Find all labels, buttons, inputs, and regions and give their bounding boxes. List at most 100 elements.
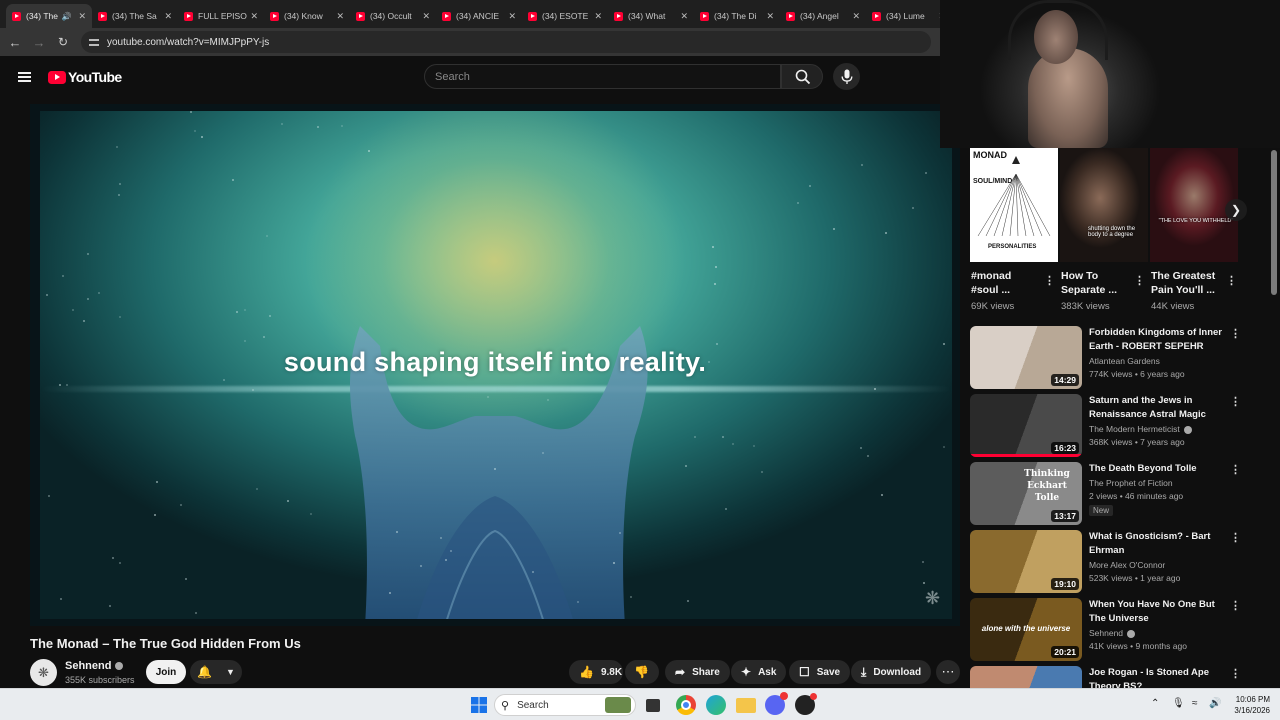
taskbar-search[interactable]: ⚲ Search bbox=[494, 694, 636, 716]
video-thumbnail[interactable]: 16:23 bbox=[970, 394, 1082, 457]
channel-name[interactable]: Sehnend bbox=[1089, 628, 1136, 638]
subscription-bell-button[interactable]: 🔔 ▼ bbox=[190, 660, 242, 684]
reload-button[interactable]: ↻ bbox=[51, 35, 75, 49]
system-clock[interactable]: 10:06 PM 3/16/2026 bbox=[1226, 694, 1270, 716]
voice-search-button[interactable] bbox=[833, 63, 860, 90]
tab-close-icon[interactable]: ✕ bbox=[508, 11, 516, 22]
like-button[interactable]: 👍 9.8K bbox=[569, 660, 623, 684]
join-button[interactable]: Join bbox=[146, 660, 186, 684]
search-input[interactable]: Search bbox=[424, 64, 781, 89]
star-speck bbox=[119, 182, 122, 185]
video-thumbnail[interactable]: 14:29 bbox=[970, 326, 1082, 389]
video-title[interactable]: The Death Beyond Tolle bbox=[1089, 462, 1227, 476]
ask-button[interactable]: ✦ Ask bbox=[731, 660, 787, 684]
tab-close-icon[interactable]: ✕ bbox=[422, 11, 430, 22]
channel-watermark-icon[interactable]: ❋ bbox=[925, 588, 940, 609]
video-title[interactable]: When You Have No One But The Universe bbox=[1089, 598, 1227, 625]
star-speck bbox=[317, 125, 320, 128]
tab-close-icon[interactable]: ✕ bbox=[852, 11, 860, 22]
video-thumbnail[interactable]: alone with the universe 20:21 bbox=[970, 598, 1082, 661]
channel-avatar[interactable]: ❋ bbox=[30, 659, 57, 686]
star-speck bbox=[924, 172, 927, 175]
microphone-tray-icon[interactable]: 🎙 bbox=[1172, 698, 1185, 709]
recommended-video[interactable]: 19:10 What is Gnosticism? - Bart Ehrman Mo… bbox=[970, 530, 1245, 594]
dislike-button[interactable]: 👎 bbox=[625, 660, 659, 684]
wifi-icon[interactable]: ≈ bbox=[1192, 698, 1198, 709]
edge-icon[interactable] bbox=[706, 695, 726, 715]
tab-close-icon[interactable]: ✕ bbox=[680, 11, 688, 22]
video-thumbnail[interactable]: 19:10 bbox=[970, 530, 1082, 593]
channel-name[interactable]: The Prophet of Fiction bbox=[1089, 478, 1173, 488]
shorts-next-button[interactable]: ❯ bbox=[1225, 199, 1247, 221]
youtube-logo[interactable]: YouTube bbox=[48, 69, 122, 85]
video-title[interactable]: What is Gnosticism? - Bart Ehrman bbox=[1089, 530, 1227, 557]
browser-tab[interactable]: (34) Lume✕ bbox=[866, 4, 940, 28]
file-explorer-icon[interactable] bbox=[736, 698, 756, 713]
more-icon[interactable]: ⋮ bbox=[1230, 463, 1241, 476]
tab-close-icon[interactable]: ✕ bbox=[594, 11, 602, 22]
recommended-video[interactable]: 16:23 Saturn and the Jews in Renaissance … bbox=[970, 394, 1245, 458]
tab-close-icon[interactable]: ✕ bbox=[336, 11, 344, 22]
more-icon[interactable]: ⋮ bbox=[1230, 667, 1241, 680]
recommended-video[interactable]: alone with the universe 20:21 When You Hav… bbox=[970, 598, 1245, 662]
tab-close-icon[interactable]: ✕ bbox=[78, 11, 86, 22]
address-bar[interactable]: youtube.com/watch?v=MIMJPpPY-js bbox=[81, 31, 931, 53]
browser-tab[interactable]: (34) Angel ✕ bbox=[780, 4, 866, 28]
tab-close-icon[interactable]: ✕ bbox=[766, 11, 774, 22]
back-button[interactable]: ← bbox=[3, 35, 27, 50]
video-player[interactable]: sound shaping itself into reality. ❋ bbox=[30, 104, 960, 626]
short-item[interactable]: MONAD SOUL/MIND PERSONALITIES #monad #sou… bbox=[970, 148, 1058, 312]
more-actions-button[interactable]: ⋯ bbox=[936, 660, 960, 684]
browser-tab[interactable]: (34) ESOTE ✕ bbox=[522, 4, 608, 28]
show-hidden-icons[interactable]: ⌃ bbox=[1151, 698, 1159, 709]
windows-start-icon[interactable] bbox=[469, 695, 489, 715]
search-button[interactable] bbox=[781, 64, 823, 89]
app-icon[interactable] bbox=[795, 693, 817, 715]
channel-name[interactable]: The Modern Hermeticist bbox=[1089, 424, 1192, 434]
video-thumbnail[interactable]: Thinking Eckhart Tolle 13:17 bbox=[970, 462, 1082, 525]
more-icon[interactable]: ⋮ bbox=[1230, 531, 1241, 544]
more-icon[interactable]: ⋮ bbox=[1230, 395, 1241, 408]
more-icon[interactable]: ⋮ bbox=[1230, 327, 1241, 340]
browser-tab[interactable]: FULL EPISO ✕ bbox=[178, 4, 264, 28]
browser-tab[interactable]: (34) ANCIE ✕ bbox=[436, 4, 522, 28]
discord-icon[interactable] bbox=[765, 692, 788, 715]
more-icon[interactable]: ⋮ bbox=[1134, 274, 1145, 287]
browser-tab[interactable]: (34) Know ✕ bbox=[264, 4, 350, 28]
short-item[interactable]: shutting down the body to a degree How T… bbox=[1060, 148, 1148, 312]
browser-tab[interactable]: (34) Occult ✕ bbox=[350, 4, 436, 28]
tab-close-icon[interactable]: ✕ bbox=[250, 11, 258, 22]
video-meta: 2 views • 46 minutes ago bbox=[1089, 491, 1184, 501]
browser-tab[interactable]: (34) The Monad – The True God🔊 ✕ bbox=[6, 4, 92, 28]
more-icon[interactable]: ⋮ bbox=[1044, 274, 1055, 287]
save-button[interactable]: ☐ Save bbox=[789, 660, 851, 684]
browser-tab[interactable]: (34) The Sa ✕ bbox=[92, 4, 178, 28]
channel-name[interactable]: More Alex O'Connor bbox=[1089, 560, 1165, 570]
forward-button[interactable]: → bbox=[27, 35, 51, 50]
site-info-icon[interactable] bbox=[89, 37, 99, 47]
tab-audio-icon[interactable]: 🔊 bbox=[61, 12, 71, 21]
channel-name[interactable]: Atlantean Gardens bbox=[1089, 356, 1160, 366]
star-speck bbox=[236, 310, 239, 313]
browser-tab[interactable]: (34) The Di ✕ bbox=[694, 4, 780, 28]
volume-icon[interactable]: 🔊 bbox=[1209, 698, 1221, 709]
more-icon[interactable]: ⋮ bbox=[1226, 274, 1237, 287]
tab-close-icon[interactable]: ✕ bbox=[164, 11, 172, 22]
more-icon[interactable]: ⋮ bbox=[1230, 599, 1241, 612]
short-thumbnail[interactable]: shutting down the body to a degree bbox=[1060, 148, 1148, 262]
menu-icon[interactable] bbox=[18, 72, 31, 82]
share-button[interactable]: ➦ Share bbox=[665, 660, 730, 684]
star-speck bbox=[921, 561, 924, 564]
chrome-icon[interactable] bbox=[676, 695, 696, 715]
thumbnail-text: Thinking Eckhart Tolle bbox=[1024, 469, 1070, 503]
video-title[interactable]: Forbidden Kingdoms of Inner Earth - ROBE… bbox=[1089, 326, 1227, 353]
browser-tab[interactable]: (34) What ✕ bbox=[608, 4, 694, 28]
short-thumbnail[interactable]: MONAD SOUL/MIND PERSONALITIES bbox=[970, 148, 1058, 262]
sidebar-scrollbar[interactable] bbox=[1271, 150, 1277, 295]
recommended-video[interactable]: 14:29 Forbidden Kingdoms of Inner Earth -… bbox=[970, 326, 1245, 390]
channel-name[interactable]: Sehnend bbox=[65, 660, 124, 672]
task-view-icon[interactable] bbox=[646, 699, 660, 712]
download-button[interactable]: ⤓ Download bbox=[851, 660, 932, 684]
recommended-video[interactable]: Thinking Eckhart Tolle 13:17 The Death Bey… bbox=[970, 462, 1245, 526]
video-title[interactable]: Saturn and the Jews in Renaissance Astra… bbox=[1089, 394, 1227, 421]
